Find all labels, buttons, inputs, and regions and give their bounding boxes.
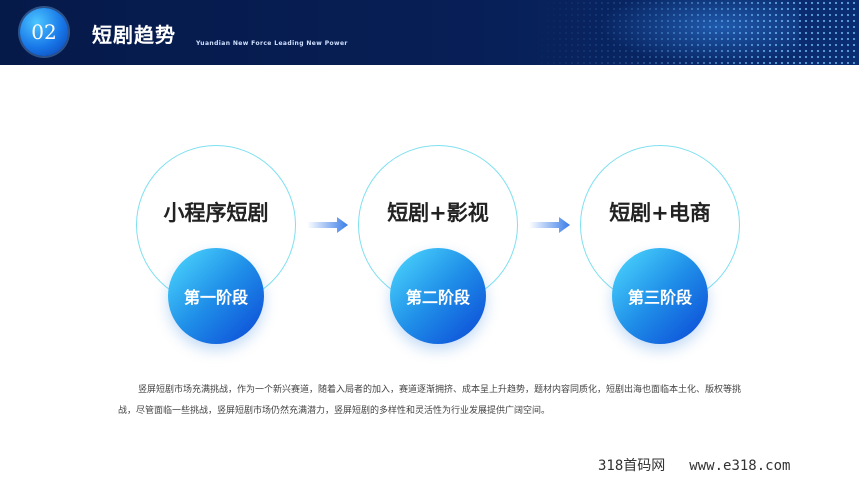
- page-title: 短剧趋势: [92, 23, 176, 47]
- phase-circle: 第二阶段: [390, 248, 486, 344]
- arrow-right-icon: [529, 217, 570, 233]
- stage-3: 短剧+电商 第三阶段: [580, 145, 740, 344]
- phase-circle: 第一阶段: [168, 248, 264, 344]
- stage-1: 小程序短剧 第一阶段: [136, 145, 296, 344]
- watermark: 318首码网 www.e318.com: [598, 455, 790, 475]
- description-paragraph: 竖屏短剧市场充满挑战，作为一个新兴赛道，随着入局者的加入，赛道逐渐拥挤、成本呈上…: [118, 385, 742, 416]
- stage-title: 短剧+电商: [609, 201, 711, 225]
- header-banner: 02 短剧趋势 Yuandian New Force Leading New P…: [0, 0, 859, 65]
- section-number-badge: 02: [20, 8, 68, 56]
- stage-title: 小程序短剧: [163, 201, 269, 225]
- arrow-right-icon: [307, 217, 348, 233]
- page-subtitle: Yuandian New Force Leading New Power: [196, 40, 348, 47]
- watermark-url: www.e318.com: [689, 458, 791, 474]
- watermark-site-name: 318首码网: [598, 458, 666, 474]
- stage-2: 短剧+影视 第二阶段: [358, 145, 518, 344]
- phase-circle: 第三阶段: [612, 248, 708, 344]
- header-dot-pattern: [539, 0, 859, 65]
- stage-title: 短剧+影视: [387, 201, 489, 225]
